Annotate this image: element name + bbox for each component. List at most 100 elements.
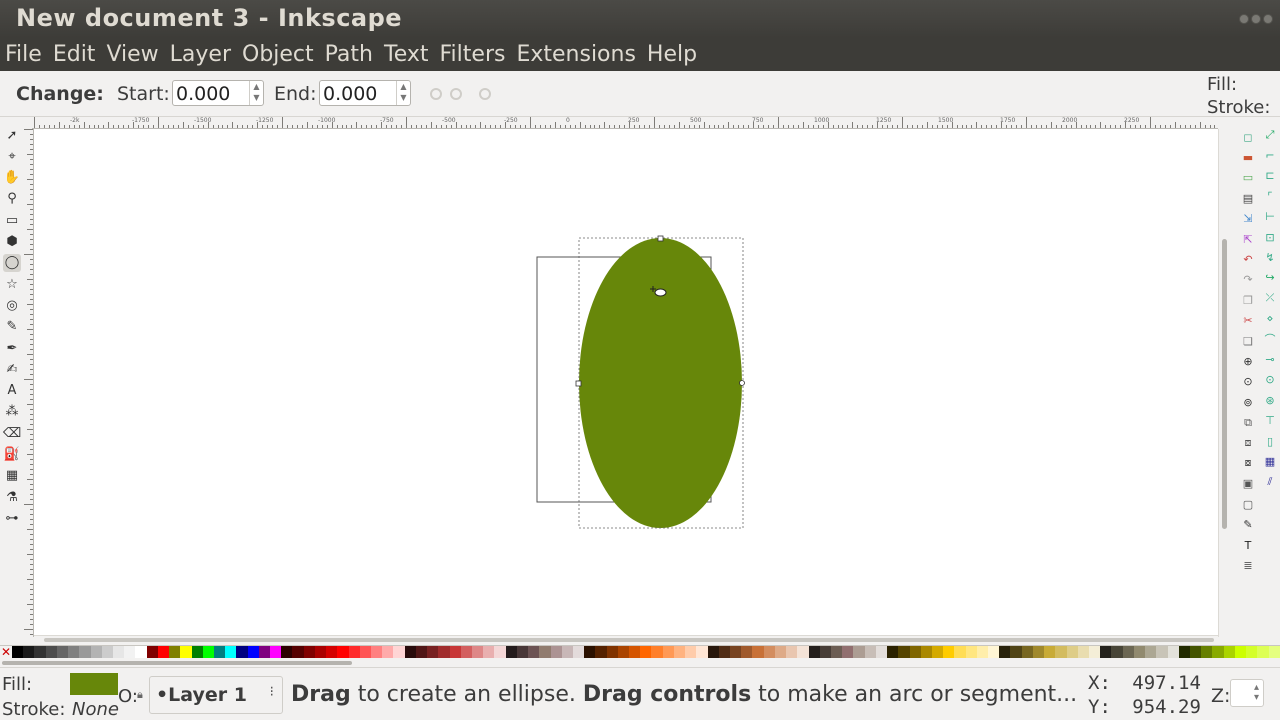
cmd-zoom-drawing-icon[interactable]: ⊙ (1241, 375, 1255, 389)
palette-swatch[interactable] (561, 646, 573, 658)
vertical-scrollbar[interactable] (1218, 129, 1230, 637)
cmd-group-icon[interactable]: ▣ (1241, 477, 1255, 491)
palette-swatch[interactable] (146, 646, 158, 658)
end-spinbox[interactable]: 0.000 ▲ ▼ (319, 80, 411, 106)
palette-swatch[interactable] (292, 646, 304, 658)
cmd-new-icon[interactable]: ◻ (1241, 130, 1255, 144)
tool-connector-icon[interactable]: ⊶ (3, 509, 21, 527)
menu-object[interactable]: Object (242, 42, 314, 67)
palette-scroll-thumb[interactable] (2, 661, 352, 665)
tool-eraser-icon[interactable]: ⌫ (3, 424, 21, 442)
palette-swatch[interactable] (662, 646, 674, 658)
palette-swatch[interactable] (999, 646, 1011, 658)
palette-swatch[interactable] (460, 646, 472, 658)
palette-swatch[interactable] (516, 646, 529, 658)
palette-swatch[interactable] (718, 646, 730, 658)
menu-view[interactable]: View (106, 42, 158, 67)
opacity-label[interactable]: O: (118, 686, 138, 707)
palette-swatch[interactable] (864, 646, 876, 658)
palette-swatch[interactable] (1055, 646, 1067, 658)
palette-swatch[interactable] (79, 646, 91, 658)
palette-swatch[interactable] (629, 646, 641, 658)
palette-swatch[interactable] (808, 646, 820, 658)
palette-swatch[interactable] (449, 646, 461, 658)
palette-swatch[interactable] (797, 646, 809, 658)
palette-swatch[interactable] (1044, 646, 1056, 658)
palette-swatch[interactable] (348, 646, 360, 658)
snap-toggle-icon[interactable]: ⤢ (1263, 128, 1277, 142)
palette-swatch[interactable] (1246, 646, 1258, 658)
snap-bbox-midpoint-icon[interactable]: ⊢ (1263, 210, 1277, 224)
palette-swatch[interactable] (247, 646, 259, 658)
cmd-open-icon[interactable]: ▬ (1241, 150, 1255, 164)
palette-swatch[interactable] (90, 646, 102, 658)
palette-swatch[interactable] (270, 646, 282, 658)
palette-swatch[interactable] (640, 646, 652, 658)
fill-color-swatch[interactable] (70, 673, 118, 695)
menu-layer[interactable]: Layer (170, 42, 231, 67)
palette-swatch[interactable] (1201, 646, 1213, 658)
palette-swatch[interactable] (1156, 646, 1168, 658)
snap-bbox-center-icon[interactable]: ⊡ (1263, 230, 1277, 244)
start-spinbox[interactable]: 0.000 ▲ ▼ (172, 80, 264, 106)
tool-node-icon[interactable]: ⌖ (3, 147, 21, 165)
cmd-import-icon[interactable]: ⇲ (1241, 212, 1255, 226)
tool-spray-icon[interactable]: ⁂ (3, 403, 21, 421)
palette-swatch[interactable] (1257, 646, 1269, 658)
palette-swatch[interactable] (976, 646, 989, 658)
palette-swatch[interactable] (393, 646, 405, 658)
palette-swatch[interactable] (382, 646, 394, 658)
palette-swatch[interactable] (314, 646, 327, 658)
palette-swatch[interactable] (124, 646, 136, 658)
make-whole-icon[interactable] (479, 88, 491, 100)
snap-bbox-edge-icon[interactable]: ⊏ (1263, 169, 1277, 183)
palette-swatch[interactable] (1100, 646, 1112, 658)
palette-swatch[interactable] (1178, 646, 1190, 658)
menu-text[interactable]: Text (384, 42, 429, 67)
menu-path[interactable]: Path (325, 42, 373, 67)
horizontal-ruler[interactable]: -2k -1750 -1500 -1250 -1000 -750 -500 -250 0 250 5… (32, 117, 1218, 129)
layer-selector[interactable]: •Layer 1 ⁝ (149, 676, 283, 714)
palette-swatch[interactable] (23, 646, 35, 658)
palette-swatch[interactable] (752, 646, 764, 658)
ellipse-rx-handle[interactable] (575, 380, 582, 387)
snap-rotation-center-icon[interactable]: ⊛ (1263, 393, 1277, 407)
ellipse-segment-icon[interactable] (450, 88, 462, 100)
snap-grid-icon[interactable]: ▦ (1263, 454, 1277, 468)
palette-swatch[interactable] (550, 646, 562, 658)
zoom-field[interactable]: ▴ ▾ (1230, 679, 1264, 707)
cmd-text-font-icon[interactable]: T (1241, 538, 1255, 552)
palette-swatch[interactable] (236, 646, 248, 658)
snap-guide-icon[interactable]: ⫽ (1263, 475, 1277, 489)
cmd-unlink-clone-icon[interactable]: ⧇ (1241, 456, 1255, 470)
palette-swatch[interactable] (1077, 646, 1089, 658)
palette-swatch[interactable] (45, 646, 57, 658)
palette-swatch[interactable] (157, 646, 170, 658)
palette-swatch[interactable] (606, 646, 618, 658)
palette-swatch[interactable] (326, 646, 338, 658)
cmd-paste-icon[interactable]: ❏ (1241, 334, 1255, 348)
palette-swatch[interactable] (225, 646, 237, 658)
layer-dropdown-icon[interactable]: ⁝ (270, 684, 274, 700)
palette-swatch[interactable] (685, 646, 697, 658)
palette-swatch[interactable] (584, 646, 596, 658)
palette-swatch[interactable] (258, 646, 271, 658)
palette-swatch[interactable] (774, 646, 787, 658)
menu-filters[interactable]: Filters (440, 42, 506, 67)
no-paint-swatch[interactable]: ✕ (0, 646, 12, 659)
palette-swatch[interactable] (786, 646, 798, 658)
palette-swatch[interactable] (1189, 646, 1202, 658)
ellipse-shape[interactable] (579, 238, 742, 528)
cmd-layers-icon[interactable]: ≣ (1241, 558, 1255, 572)
palette-swatch[interactable] (707, 646, 719, 658)
palette-swatch[interactable] (1145, 646, 1157, 658)
palette-swatch[interactable] (1268, 646, 1280, 658)
palette-swatch[interactable] (1010, 646, 1022, 658)
end-spin-arrows-icon[interactable]: ▲ ▼ (396, 81, 410, 105)
window-close-icon[interactable] (1239, 14, 1249, 24)
tool-rectangle-icon[interactable]: ▭ (3, 211, 21, 229)
palette-swatch[interactable] (887, 646, 899, 658)
tool-dropper-icon[interactable]: ⚗ (3, 488, 21, 506)
palette-swatch[interactable] (943, 646, 955, 658)
palette-swatch[interactable] (34, 646, 46, 658)
